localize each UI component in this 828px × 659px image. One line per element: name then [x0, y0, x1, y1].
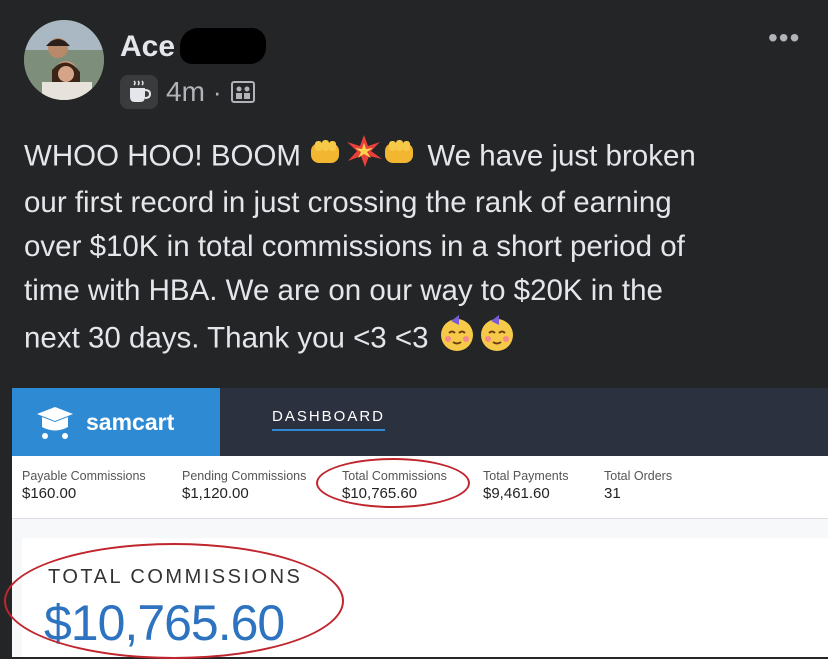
cart-logo-icon	[37, 407, 73, 439]
stat-label: Payable Commissions	[22, 469, 146, 483]
more-options-icon[interactable]: •••	[768, 24, 800, 52]
stat-total-orders: Total Orders 31	[604, 469, 672, 502]
stat-value: $160.00	[22, 485, 77, 502]
stat-pending-commissions: Pending Commissions $1,120.00	[182, 469, 306, 502]
post-time[interactable]: 4m	[166, 76, 205, 108]
stat-value: $1,120.00	[182, 485, 249, 502]
post-text-line-3: our first record in just crossing the ra…	[24, 186, 672, 219]
party-face-emoji	[477, 313, 517, 366]
samcart-header: samcart DASHBOARD	[12, 388, 828, 456]
author-avatar[interactable]	[24, 20, 104, 100]
post-text-line-6: next 30 days. Thank you <3 <3	[24, 321, 429, 355]
post-text-line-2: We have just broken	[427, 139, 696, 173]
stat-total-payments: Total Payments $9,461.60	[483, 469, 568, 502]
mug-icon	[120, 75, 158, 109]
fist-emoji	[383, 136, 419, 180]
post-text: WHOO HOO! BOOM We have just broken our f…	[24, 134, 814, 366]
collision-emoji	[345, 134, 383, 181]
stat-value: $9,461.60	[483, 485, 550, 502]
stat-label: Total Payments	[483, 469, 569, 483]
annotation-circle	[4, 543, 344, 659]
samcart-screenshot: samcart DASHBOARD Payable Commissions $1…	[4, 388, 828, 659]
stat-label: Total Orders	[604, 469, 673, 483]
post-text-line-5: time with HBA. We are on our way to $20K…	[24, 274, 663, 307]
post-meta: 4m ·	[120, 74, 256, 110]
post-text-line-1: WHOO HOO! BOOM	[24, 139, 301, 173]
photo-privacy-icon[interactable]	[230, 79, 256, 105]
stat-payable-commissions: Payable Commissions $160.00	[22, 469, 146, 502]
meta-separator: ·	[212, 76, 222, 107]
samcart-brand[interactable]: samcart	[12, 388, 220, 456]
stat-label: Pending Commissions	[182, 469, 307, 483]
redaction-mark	[180, 28, 266, 64]
party-face-emoji	[437, 313, 477, 366]
tab-dashboard[interactable]: DASHBOARD	[272, 408, 386, 431]
stat-value: 31	[604, 485, 621, 502]
brand-name: samcart	[86, 408, 175, 435]
author-name[interactable]: Ace	[120, 30, 175, 64]
post-text-line-4: over $10K in total commissions in a shor…	[24, 230, 685, 263]
facebook-post: Ace ••• 4m · WHOO HOO! BOOM We have just…	[0, 0, 828, 388]
fist-emoji	[309, 136, 345, 180]
annotation-circle	[316, 458, 470, 508]
stats-bar: Payable Commissions $160.00 Pending Comm…	[12, 456, 828, 519]
